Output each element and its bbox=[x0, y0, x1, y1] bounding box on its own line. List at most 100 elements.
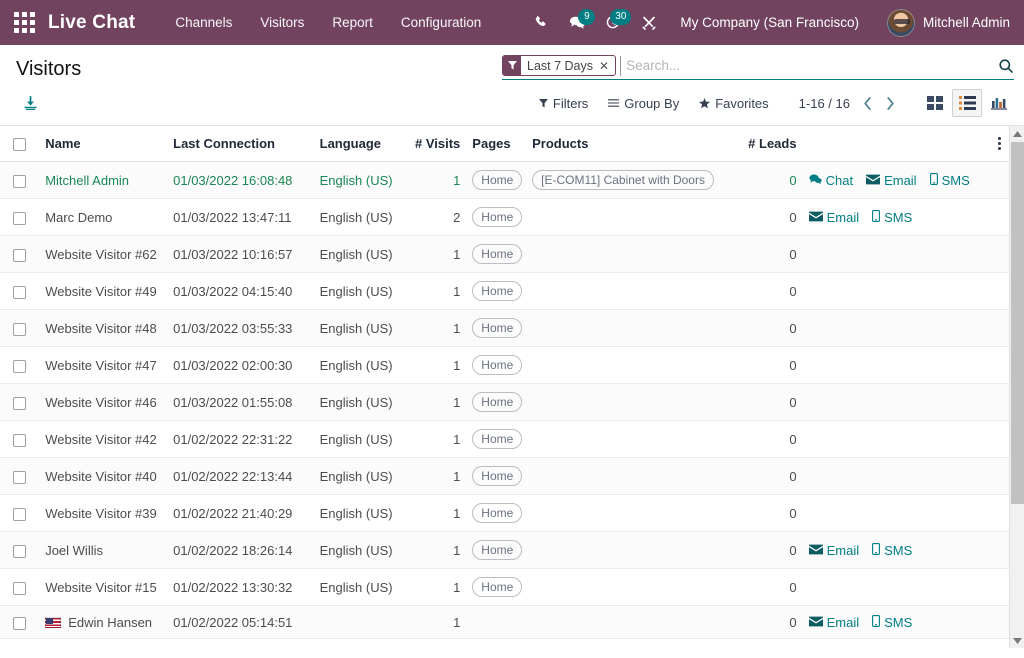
table-row[interactable]: Website Visitor #4201/02/2022 22:31:22En… bbox=[0, 421, 1009, 458]
table-row[interactable]: Website Visitor #4001/02/2022 22:13:44En… bbox=[0, 458, 1009, 495]
menu-item-channels[interactable]: Channels bbox=[161, 9, 246, 36]
page-tag[interactable]: Home bbox=[472, 466, 522, 486]
column-header-products[interactable]: Products bbox=[526, 126, 739, 162]
row-checkbox[interactable] bbox=[13, 212, 26, 225]
page-tag[interactable]: Home bbox=[472, 540, 522, 560]
table-row[interactable]: Mitchell Admin01/03/2022 16:08:48English… bbox=[0, 162, 1009, 199]
column-header-last-connection[interactable]: Last Connection bbox=[167, 126, 314, 162]
search-input[interactable] bbox=[620, 56, 990, 76]
row-checkbox[interactable] bbox=[13, 323, 26, 336]
column-header-visits[interactable]: # Visits bbox=[409, 126, 467, 162]
cell-leads: 0 bbox=[739, 273, 803, 310]
cell-pages: Home bbox=[466, 347, 526, 384]
table-row[interactable]: Website Visitor #4901/03/2022 04:15:40En… bbox=[0, 273, 1009, 310]
user-menu[interactable]: Mitchell Admin bbox=[873, 9, 1014, 37]
sms-action-button[interactable]: SMS bbox=[930, 173, 970, 188]
page-tag[interactable]: Home bbox=[472, 281, 522, 301]
cell-pages: Home bbox=[466, 384, 526, 421]
column-header-pages[interactable]: Pages bbox=[466, 126, 526, 162]
scroll-up-arrow[interactable] bbox=[1010, 126, 1024, 141]
menu-item-configuration[interactable]: Configuration bbox=[387, 9, 495, 36]
page-tag[interactable]: Home bbox=[472, 318, 522, 338]
column-header-language[interactable]: Language bbox=[314, 126, 409, 162]
graph-view-button[interactable] bbox=[984, 89, 1014, 117]
table-row[interactable]: Website Visitor #3901/02/2022 21:40:29En… bbox=[0, 495, 1009, 532]
chat-action-button[interactable]: Chat bbox=[809, 173, 853, 188]
column-options-icon[interactable] bbox=[996, 135, 1003, 152]
group-by-button[interactable]: Group By bbox=[598, 92, 689, 115]
product-tag[interactable]: [E-COM11] Cabinet with Doors bbox=[532, 170, 714, 190]
chevron-left-icon[interactable] bbox=[856, 95, 879, 112]
table-row[interactable]: Website Visitor #4701/03/2022 02:00:30En… bbox=[0, 347, 1009, 384]
row-checkbox[interactable] bbox=[13, 397, 26, 410]
kanban-view-button[interactable] bbox=[920, 89, 950, 117]
tools-icon[interactable] bbox=[632, 7, 666, 39]
page-tag[interactable]: Home bbox=[472, 577, 522, 597]
row-checkbox[interactable] bbox=[13, 175, 26, 188]
scroll-down-arrow[interactable] bbox=[1010, 633, 1024, 648]
table-row[interactable]: Website Visitor #1501/02/2022 13:30:32En… bbox=[0, 569, 1009, 606]
list-view-button[interactable] bbox=[952, 89, 982, 117]
row-checkbox[interactable] bbox=[13, 582, 26, 595]
row-checkbox[interactable] bbox=[13, 360, 26, 373]
column-header-name[interactable]: Name bbox=[39, 126, 167, 162]
row-checkbox[interactable] bbox=[13, 617, 26, 630]
row-checkbox[interactable] bbox=[13, 545, 26, 558]
page-tag[interactable]: Home bbox=[472, 429, 522, 449]
scroll-thumb[interactable] bbox=[1011, 142, 1024, 504]
activity-clock-icon[interactable]: 30 bbox=[596, 7, 630, 39]
page-tag[interactable]: Home bbox=[472, 170, 522, 190]
sms-action-button[interactable]: SMS bbox=[872, 210, 912, 225]
sms-action-button[interactable]: SMS bbox=[872, 615, 912, 630]
cell-name: Website Visitor #40 bbox=[39, 458, 167, 495]
app-brand-live-chat[interactable]: Live Chat bbox=[48, 12, 135, 34]
company-selector[interactable]: My Company (San Francisco) bbox=[668, 9, 871, 36]
email-action-button[interactable]: Email bbox=[866, 173, 917, 188]
search-facet-last-7-days[interactable]: Last 7 Days ✕ bbox=[502, 55, 616, 76]
menu-item-report[interactable]: Report bbox=[318, 9, 387, 36]
chevron-right-icon[interactable] bbox=[879, 95, 902, 112]
page-tag[interactable]: Home bbox=[472, 207, 522, 227]
search-icon[interactable] bbox=[990, 58, 1014, 74]
row-checkbox[interactable] bbox=[13, 471, 26, 484]
sms-action-button[interactable]: SMS bbox=[872, 543, 912, 558]
phone-icon[interactable] bbox=[524, 7, 558, 39]
email-action-button[interactable]: Email bbox=[809, 615, 860, 630]
email-action-button[interactable]: Email bbox=[809, 543, 860, 558]
row-checkbox[interactable] bbox=[13, 434, 26, 447]
download-export-icon[interactable] bbox=[16, 91, 45, 116]
favorites-button[interactable]: Favorites bbox=[689, 92, 778, 115]
page-tag[interactable]: Home bbox=[472, 355, 522, 375]
messages-badge: 9 bbox=[578, 9, 595, 25]
page-tag[interactable]: Home bbox=[472, 392, 522, 412]
email-action-button[interactable]: Email bbox=[809, 210, 860, 225]
row-checkbox[interactable] bbox=[13, 249, 26, 262]
cell-pages: Home bbox=[466, 199, 526, 236]
table-row[interactable]: Website Visitor #4601/03/2022 01:55:08En… bbox=[0, 384, 1009, 421]
table-row[interactable]: Edwin Hansen01/02/2022 05:14:5110EmailSM… bbox=[0, 606, 1009, 639]
column-header-leads[interactable]: # Leads bbox=[739, 126, 803, 162]
menu-item-visitors[interactable]: Visitors bbox=[246, 9, 318, 36]
page-tag[interactable]: Home bbox=[472, 244, 522, 264]
row-select-cell bbox=[0, 421, 39, 458]
select-all-checkbox[interactable] bbox=[13, 138, 26, 151]
chat-bubble-icon[interactable]: 9 bbox=[560, 7, 594, 39]
table-row[interactable]: Website Visitor #4801/03/2022 03:55:33En… bbox=[0, 310, 1009, 347]
vertical-scrollbar[interactable] bbox=[1009, 126, 1024, 648]
table-row[interactable]: Marc Demo01/03/2022 13:47:11English (US)… bbox=[0, 199, 1009, 236]
row-checkbox[interactable] bbox=[13, 508, 26, 521]
cell-last-connection: 01/03/2022 01:55:08 bbox=[167, 384, 314, 421]
cell-leads: 0 bbox=[739, 310, 803, 347]
table-row[interactable]: Website Visitor #6201/03/2022 10:16:57En… bbox=[0, 236, 1009, 273]
apps-grid-icon[interactable] bbox=[14, 12, 36, 34]
row-checkbox[interactable] bbox=[13, 286, 26, 299]
cell-last-connection: 01/03/2022 02:00:30 bbox=[167, 347, 314, 384]
cell-leads: 0 bbox=[739, 532, 803, 569]
cell-language bbox=[314, 606, 409, 639]
close-icon[interactable]: ✕ bbox=[599, 56, 615, 75]
table-row[interactable]: Joel Willis01/02/2022 18:26:14English (U… bbox=[0, 532, 1009, 569]
table-row[interactable]: Philipe J. Fry (old)01/02/2022 05:14:511… bbox=[0, 639, 1009, 648]
page-tag[interactable]: Home bbox=[472, 503, 522, 523]
visitor-name-label: Website Visitor #15 bbox=[45, 580, 157, 595]
filters-button[interactable]: Filters bbox=[529, 92, 598, 115]
